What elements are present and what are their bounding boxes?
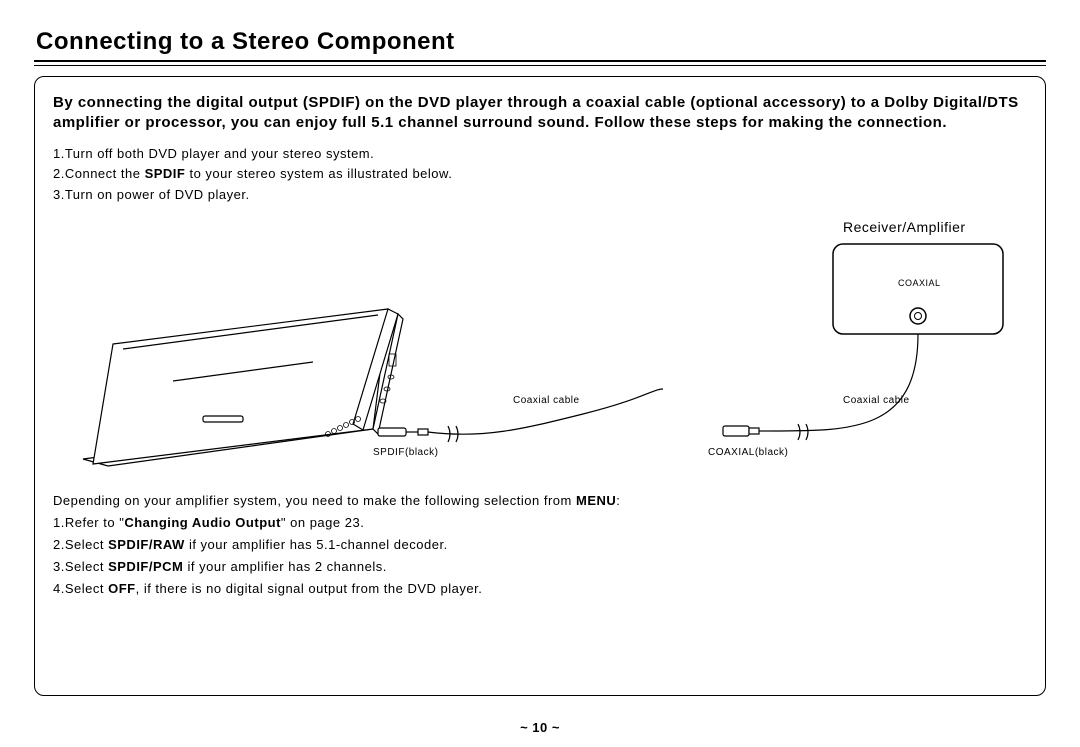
diagram-svg	[53, 214, 1033, 484]
step-3: 3.Turn on power of DVD player.	[53, 185, 1027, 206]
menu-list: 1.Refer to "Changing Audio Output" on pa…	[53, 512, 1027, 600]
step-2-post: to your stereo system as illustrated bel…	[185, 166, 452, 181]
connection-diagram: Receiver/Amplifier COAXIAL Coaxial cable…	[53, 214, 1027, 484]
intro-paragraph: By connecting the digital output (SPDIF)…	[53, 93, 1027, 134]
m4-post: , if there is no digital signal output f…	[136, 581, 483, 596]
steps-list: 1.Turn off both DVD player and your ster…	[53, 144, 1027, 206]
content-box: By connecting the digital output (SPDIF)…	[34, 76, 1046, 696]
m3-bold: SPDIF/PCM	[108, 559, 183, 574]
menu-item-3: 3.Select SPDIF/PCM if your amplifier has…	[53, 556, 1027, 578]
step-2: 2.Connect the SPDIF to your stereo syste…	[53, 164, 1027, 185]
m2-post: if your amplifier has 5.1-channel decode…	[185, 537, 448, 552]
menu-note: Depending on your amplifier system, you …	[53, 490, 1027, 512]
m2-bold: SPDIF/RAW	[108, 537, 185, 552]
menu-item-2: 2.Select SPDIF/RAW if your amplifier has…	[53, 534, 1027, 556]
page-number: ~ 10 ~	[0, 720, 1080, 735]
m4-pre: 4.Select	[53, 581, 108, 596]
menu-note-post: :	[616, 493, 620, 508]
m1-pre: 1.Refer to "	[53, 515, 124, 530]
coaxial-black-label: COAXIAL(black)	[708, 447, 788, 458]
step-2-bold: SPDIF	[145, 166, 186, 181]
title-rule	[34, 60, 1046, 66]
m1-post: " on page 23.	[281, 515, 364, 530]
menu-item-4: 4.Select OFF, if there is no digital sig…	[53, 578, 1027, 600]
coaxial-cable-left-label: Coaxial cable	[513, 395, 580, 406]
manual-page: Connecting to a Stereo Component By conn…	[0, 0, 1080, 747]
menu-item-1: 1.Refer to "Changing Audio Output" on pa…	[53, 512, 1027, 534]
step-1: 1.Turn off both DVD player and your ster…	[53, 144, 1027, 165]
m2-pre: 2.Select	[53, 537, 108, 552]
m4-bold: OFF	[108, 581, 136, 596]
step-2-pre: 2.Connect the	[53, 166, 145, 181]
receiver-label: Receiver/Amplifier	[843, 219, 966, 235]
m3-pre: 3.Select	[53, 559, 108, 574]
m3-post: if your amplifier has 2 channels.	[183, 559, 386, 574]
menu-note-bold: MENU	[576, 493, 616, 508]
menu-note-pre: Depending on your amplifier system, you …	[53, 493, 576, 508]
coaxial-port-label: COAXIAL	[898, 278, 941, 288]
page-title: Connecting to a Stereo Component	[36, 28, 1046, 56]
spdif-black-label: SPDIF(black)	[373, 447, 438, 458]
coaxial-cable-right-label: Coaxial cable	[843, 395, 910, 406]
m1-bold: Changing Audio Output	[124, 515, 281, 530]
